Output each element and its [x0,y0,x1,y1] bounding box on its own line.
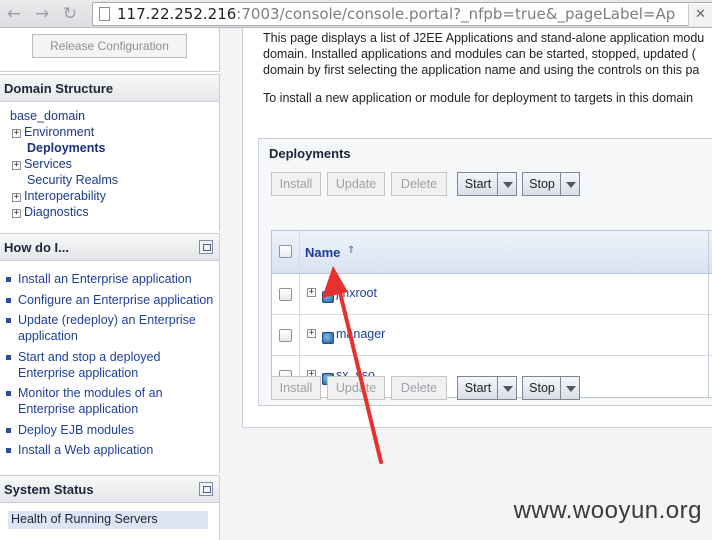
page-description: This page displays a list of J2EE Applic… [263,30,712,78]
tree-item-label[interactable]: Deployments [27,141,106,155]
help-link[interactable]: Update (redeploy) an Enterprise applicat… [6,312,218,344]
deployments-table-panel: Deployments Install Update Delete Start … [258,138,712,406]
install-button[interactable]: Install [271,172,321,196]
url-text[interactable]: 117.22.252.216:7003/console/console.port… [117,5,675,23]
how-do-i-header: How do I... [0,233,220,261]
tree-root[interactable]: base_domain [10,108,118,124]
description-line: domain by first selecting the applicatio… [263,63,700,77]
stop-dropdown-icon[interactable] [560,172,580,196]
deployment-name-link[interactable]: jmxroot [336,286,377,300]
application-icon [322,291,334,303]
domain-structure-header: Domain Structure [0,74,220,102]
sort-ascending-icon[interactable]: ⇑ [347,246,359,256]
change-center: Release Configuration [0,28,220,72]
install-button[interactable]: Install [271,376,321,400]
state-column-header[interactable]: S [708,231,712,273]
stop-button[interactable]: Stop [522,172,562,196]
url-path: :7003/console/console.portal?_nfpb=true&… [236,5,676,23]
table-row: + jmxroot F [272,274,712,315]
table-row: + manager A [272,315,712,356]
health-of-running-servers: Health of Running Servers [8,511,208,529]
install-hint: To install a new application or module f… [263,91,694,105]
start-button[interactable]: Start [457,376,499,400]
close-icon[interactable]: ✕ [688,4,712,26]
start-dropdown-icon[interactable] [497,172,517,196]
page-icon [99,7,110,21]
table-header: Name ⇑ S [272,231,712,274]
state-cell: A [708,315,712,355]
help-link[interactable]: Configure an Enterprise application [6,292,218,308]
deployments-table: Name ⇑ S + jmxroot F + manager A + [271,230,712,398]
expand-icon[interactable]: + [12,193,21,202]
state-cell: F [708,274,712,314]
name-column-header[interactable]: Name [305,245,340,260]
address-bar[interactable]: 117.22.252.216:7003/console/console.port… [92,2,712,26]
tree-root-label[interactable]: base_domain [10,109,85,123]
watermark: www.wooyun.org [513,497,702,524]
stop-button[interactable]: Stop [522,376,562,400]
help-link[interactable]: Monitor the modules of an Enterprise app… [6,385,218,417]
main-content: This page displays a list of J2EE Applic… [242,28,712,428]
row-checkbox[interactable] [279,329,292,342]
panel-title: Domain Structure [4,81,114,96]
browser-toolbar: ← → ↻ 117.22.252.216:7003/console/consol… [0,0,712,28]
delete-button[interactable]: Delete [391,376,447,400]
help-link[interactable]: Install a Web application [6,442,218,458]
help-link[interactable]: Start and stop a deployed Enterprise app… [6,349,218,381]
tree-item-deployments[interactable]: Deployments [10,140,118,156]
help-link[interactable]: Install an Enterprise application [6,271,218,287]
release-configuration-button[interactable]: Release Configuration [32,34,187,58]
system-status-header: System Status [0,475,220,503]
domain-structure-panel: base_domain + Environment Deployments + Se… [0,102,220,231]
left-sidebar: Release Configuration Domain Structure b… [0,28,220,540]
collapse-icon[interactable] [199,240,213,254]
forward-arrow-icon[interactable]: → [32,4,52,24]
description-line: domain. Installed applications and modul… [263,47,696,61]
stop-dropdown-icon[interactable] [560,376,580,400]
expand-icon[interactable]: + [307,288,316,297]
reload-icon[interactable]: ↻ [60,4,80,24]
expand-icon[interactable]: + [12,129,21,138]
deployments-title: Deployments [269,146,351,161]
how-do-i-list: Install an Enterprise application Config… [6,271,218,463]
tree-item-label[interactable]: Environment [24,125,94,139]
tree-item-security-realms[interactable]: Security Realms [10,172,118,188]
tree-item-diagnostics[interactable]: + Diagnostics [10,204,118,220]
start-dropdown-icon[interactable] [497,376,517,400]
description-line: This page displays a list of J2EE Applic… [263,31,705,45]
tree-item-label[interactable]: Interoperability [24,189,106,203]
delete-button[interactable]: Delete [391,172,447,196]
system-status-panel: Health of Running Servers [0,503,220,540]
expand-icon[interactable]: + [12,209,21,218]
help-link[interactable]: Deploy EJB modules [6,422,218,438]
application-icon [322,332,334,344]
url-host: 117.22.252.216 [117,5,237,23]
tree-item-label[interactable]: Diagnostics [24,205,89,219]
tree-item-environment[interactable]: + Environment [10,124,118,140]
collapse-icon[interactable] [199,482,213,496]
row-checkbox[interactable] [279,288,292,301]
tree-item-interoperability[interactable]: + Interoperability [10,188,118,204]
expand-icon[interactable]: + [307,329,316,338]
start-button[interactable]: Start [457,172,499,196]
domain-tree: base_domain + Environment Deployments + Se… [10,108,118,220]
panel-title: How do I... [4,240,69,255]
tree-item-label[interactable]: Security Realms [27,173,118,187]
deployment-name-link[interactable]: manager [336,327,385,341]
expand-icon[interactable]: + [12,161,21,170]
tree-item-label[interactable]: Services [24,157,72,171]
tree-item-services[interactable]: + Services [10,156,118,172]
select-all-checkbox[interactable] [279,245,292,258]
how-do-i-panel: Install an Enterprise application Config… [0,261,220,473]
back-arrow-icon[interactable]: ← [4,4,24,24]
panel-title: System Status [4,482,94,497]
state-cell: A [708,356,712,397]
update-button[interactable]: Update [327,376,385,400]
update-button[interactable]: Update [327,172,385,196]
